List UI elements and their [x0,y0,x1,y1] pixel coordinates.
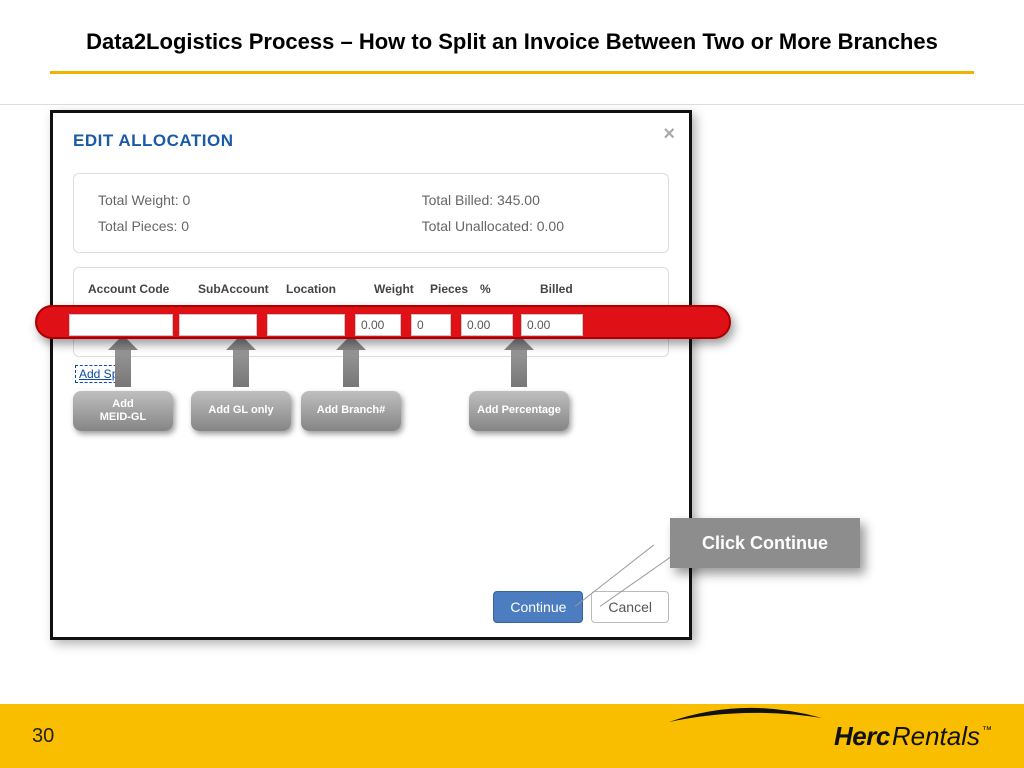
col-subaccount: SubAccount [198,282,286,296]
total-billed: Total Billed: 345.00 [422,192,564,208]
col-percent: % [480,282,540,296]
col-weight: Weight [374,282,430,296]
col-location: Location [286,282,374,296]
highlight-row [35,305,731,339]
account-input[interactable] [69,314,173,336]
modal-title: EDIT ALLOCATION [73,131,669,151]
arrow-up-icon [511,347,527,387]
billed-input[interactable] [521,314,583,336]
logo-herc-text: Herc [834,721,890,752]
total-unallocated: Total Unallocated: 0.00 [422,218,564,234]
callout-click-continue: Click Continue [670,518,860,568]
modal-footer: Continue Cancel [493,591,669,623]
col-billed: Billed [540,282,610,296]
divider [0,104,1024,105]
edit-allocation-modal: EDIT ALLOCATION × Total Weight: 0 Total … [50,110,692,640]
annotation-arrows: AddMEID-GL Add GL only Add Branch# Add P… [63,343,679,473]
logo-rentals-text: Rentals [892,721,980,752]
modal-header: EDIT ALLOCATION × [53,113,689,163]
callout-percentage: Add Percentage [469,391,569,431]
callout-meid-gl: AddMEID-GL [73,391,173,431]
col-pieces: Pieces [430,282,480,296]
brand-logo: HercRentals™ [834,721,992,752]
arrow-up-icon [115,347,131,387]
slide-title: Data2Logistics Process – How to Split an… [0,0,1024,65]
percent-input[interactable] [461,314,513,336]
total-weight: Total Weight: 0 [98,192,190,208]
footer-bar: 30 HercRentals™ [0,704,1024,768]
title-rule [50,71,974,74]
page-number: 30 [32,725,54,748]
callout-gl-only: Add GL only [191,391,291,431]
subaccount-input[interactable] [179,314,257,336]
callout-branch: Add Branch# [301,391,401,431]
logo-swoosh-icon [664,704,824,726]
close-icon[interactable]: × [663,123,675,146]
table-header: Account Code SubAccount Location Weight … [84,282,658,306]
col-account: Account Code [88,282,198,296]
trademark-icon: ™ [982,725,992,736]
continue-button[interactable]: Continue [493,591,583,623]
arrow-up-icon [233,347,249,387]
summary-panel: Total Weight: 0 Total Pieces: 0 Total Bi… [73,173,669,253]
pieces-input[interactable] [411,314,451,336]
table-row [65,312,595,338]
cancel-button[interactable]: Cancel [591,591,669,623]
weight-input[interactable] [355,314,401,336]
total-pieces: Total Pieces: 0 [98,218,190,234]
location-input[interactable] [267,314,345,336]
arrow-up-icon [343,347,359,387]
